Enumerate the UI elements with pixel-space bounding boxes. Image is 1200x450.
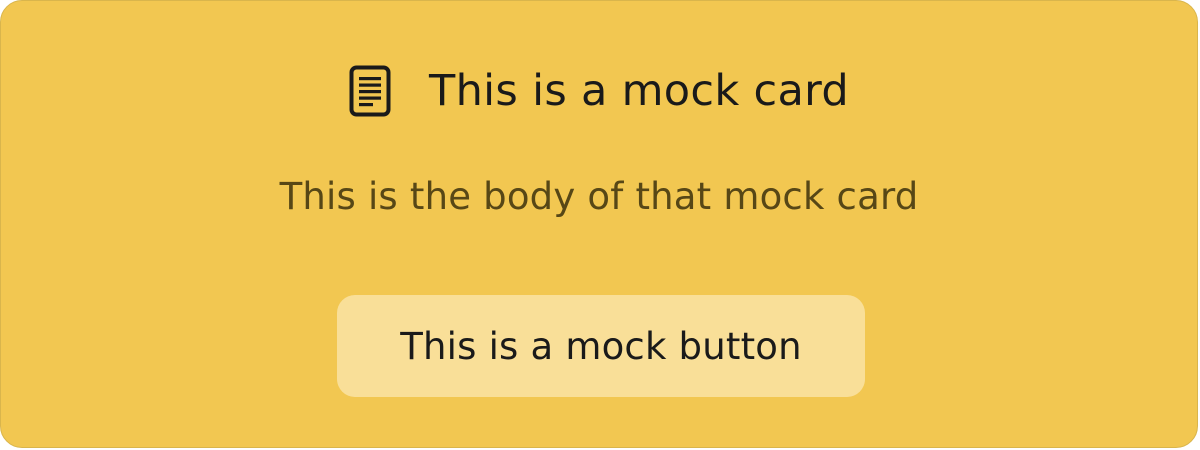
card-header: This is a mock card — [1, 61, 1197, 121]
card-body: This is the body of that mock card — [279, 175, 919, 218]
mock-button[interactable]: This is a mock button — [337, 295, 865, 397]
mock-card: This is a mock card This is the body of … — [0, 0, 1198, 448]
document-icon — [349, 65, 391, 117]
card-title: This is a mock card — [429, 65, 849, 116]
